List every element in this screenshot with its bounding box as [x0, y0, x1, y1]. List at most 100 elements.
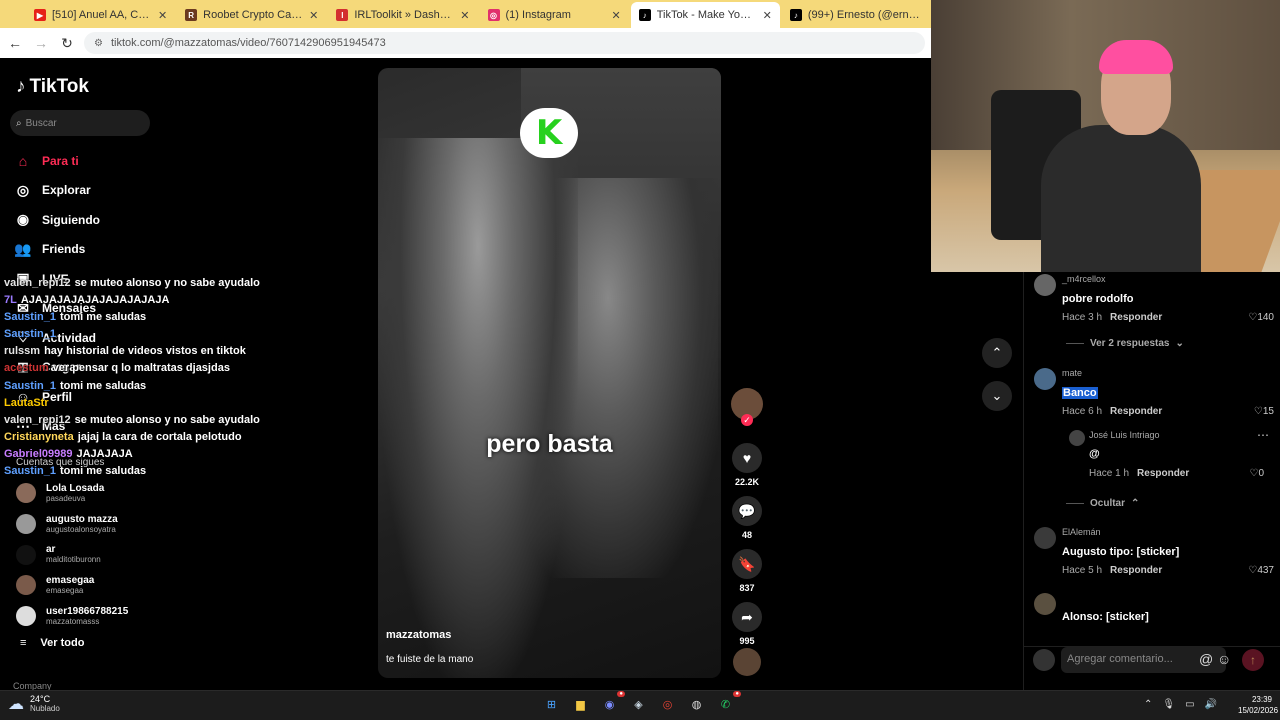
mention-icon[interactable]: @	[1199, 651, 1213, 667]
see-all-link[interactable]: ≡ Ver todo	[20, 637, 84, 649]
tiktok-logo[interactable]: ♪ TikTok	[16, 76, 89, 98]
chat-message: 7L AJAJAJAJAJAJAJAJAJAJA	[4, 294, 170, 307]
browser-tab[interactable]: ▶[510] Anuel AA, Chris Jedi, RO✕	[26, 2, 175, 28]
avatar	[16, 483, 36, 504]
tiktok-icon: ♪	[789, 9, 802, 21]
chevron-up-icon[interactable]: ⌃	[1144, 699, 1152, 710]
weather-widget[interactable]: ☁ 24°C Nublado	[8, 694, 60, 714]
account-item[interactable]: augusto mazza augustoalonsoyatra	[16, 509, 128, 540]
whatsapp-icon[interactable]: ✆ ●	[716, 691, 741, 714]
avatar[interactable]	[1034, 274, 1056, 296]
microphone-icon[interactable]: 🎙	[1162, 699, 1175, 710]
creator-avatar[interactable]: ✓	[731, 388, 763, 426]
search-placeholder: Buscar	[25, 117, 57, 129]
previous-video-button[interactable]: ⌃	[982, 338, 1012, 368]
avatar	[16, 575, 36, 596]
nav-item-siguiendo[interactable]: ◉ Siguiendo	[14, 205, 100, 235]
search-input[interactable]: ⌕ Buscar	[10, 110, 150, 136]
reply-button[interactable]: Responder	[1110, 565, 1162, 576]
close-icon[interactable]: ✕	[611, 9, 620, 22]
comment-like-button[interactable]: ♡15	[1254, 406, 1274, 417]
compass-icon: ◎	[16, 181, 30, 198]
taskbar-clock[interactable]: 23:39 15/02/2026	[1238, 694, 1278, 716]
chat-message: acestum ver pensar q lo maltratas djasjda…	[4, 362, 230, 375]
kick-logo: K	[520, 108, 578, 158]
heart-outline-icon: ♡	[1248, 312, 1258, 323]
taskbar-apps: ⊞ ▆ ◉ ● ◈ ◎ ◍ ✆ ●	[542, 691, 741, 714]
share-icon: ➦	[732, 602, 762, 632]
discord-icon[interactable]: ◉ ●	[600, 691, 625, 714]
like-button[interactable]: ♥ 22.2K	[731, 443, 763, 487]
follow-plus-icon[interactable]: ✓	[741, 414, 753, 426]
chat-message: Saustin_1 tomi me saludas	[4, 379, 147, 392]
file-explorer-icon[interactable]: ▆	[571, 695, 590, 714]
next-video-button[interactable]: ⌄	[982, 381, 1012, 411]
hide-replies-button[interactable]: Ocultar ⌃	[1066, 498, 1139, 509]
video-player[interactable]: K pero basta mazzatomas te fuiste de la …	[378, 68, 721, 678]
browser-tabstrip: ▶[510] Anuel AA, Chris Jedi, RO✕ RRoobet…	[0, 0, 931, 28]
browser-tab[interactable]: IIRLToolkit » Dashboard✕	[328, 2, 477, 28]
share-button[interactable]: ➦ 995	[731, 602, 763, 646]
browser-tab[interactable]: ◎ (1) Instagram ✕	[480, 2, 629, 28]
display-icon[interactable]: ▭	[1185, 699, 1194, 710]
windows-start-icon[interactable]: ⊞	[542, 695, 561, 714]
emoji-icon[interactable]: ☺	[1217, 651, 1231, 667]
back-icon[interactable]: ←	[6, 35, 24, 51]
reply-button[interactable]: Responder	[1137, 468, 1189, 479]
chevron-up-icon: ⌃	[991, 345, 1003, 360]
roobet-icon: R	[185, 9, 198, 21]
comment-button[interactable]: 💬 48	[731, 496, 763, 540]
reply-button[interactable]: Responder	[1110, 406, 1162, 417]
chat-message: valen_repi12 se muteo alonso y no sabe ay…	[4, 277, 260, 289]
forward-icon[interactable]: →	[32, 35, 50, 51]
chrome-icon[interactable]: ◎	[658, 695, 677, 714]
account-item[interactable]: Lola Losada pasadeuva	[16, 478, 128, 509]
add-comment-bar: Agregar comentario... @ ☺ ↑	[1023, 646, 1280, 690]
save-button[interactable]: 🔖 837	[731, 549, 763, 593]
webcam-person-body	[1041, 125, 1201, 272]
url-field[interactable]: ⚙ tiktok.com/@mazzatomas/video/760714290…	[84, 32, 925, 54]
chat-message: Saustin_1 tomi me saludas	[4, 465, 147, 478]
close-icon[interactable]: ✕	[763, 9, 772, 22]
comment-like-button[interactable]: ♡0	[1249, 468, 1264, 479]
speaker-icon[interactable]: 🔊	[1205, 699, 1217, 710]
video-description: te fuiste de la mano	[386, 654, 474, 665]
avatar	[16, 514, 36, 535]
account-item[interactable]: ar malditotiburonn	[16, 539, 128, 570]
obs-icon[interactable]: ◍	[687, 695, 706, 714]
nav-item-explorar[interactable]: ◎ Explorar	[14, 176, 100, 206]
comment-like-button[interactable]: ♡140	[1248, 312, 1274, 323]
heart-outline-icon: ♡	[1253, 406, 1263, 417]
account-item[interactable]: user19866788215 mazzatomasss	[16, 601, 128, 632]
comment-icon: 💬	[732, 496, 762, 526]
more-options-icon[interactable]: ⋯	[1257, 428, 1269, 442]
close-icon[interactable]: ✕	[158, 9, 167, 22]
webcam-overlay	[931, 0, 1280, 272]
avatar[interactable]	[1034, 368, 1056, 390]
nav-item-para-ti[interactable]: ⌂ Para ti	[14, 146, 100, 176]
avatar[interactable]	[1034, 527, 1056, 549]
browser-tab-active[interactable]: ♪TikTok - Make Your Day✕	[630, 2, 780, 28]
browser-tab[interactable]: ♪(99+) Ernesto (@ernestoca	[782, 2, 931, 28]
avatar[interactable]	[1034, 593, 1056, 615]
comment-like-button[interactable]: ♡437	[1248, 565, 1274, 576]
close-icon[interactable]: ✕	[460, 9, 469, 22]
close-icon[interactable]: ✕	[309, 9, 318, 22]
site-info-icon[interactable]: ⚙	[94, 38, 103, 49]
avatar[interactable]	[1069, 430, 1085, 446]
heart-outline-icon: ♡	[1248, 565, 1258, 576]
instagram-icon: ◎	[487, 9, 500, 21]
view-replies-button[interactable]: Ver 2 respuestas ⌄	[1066, 338, 1184, 349]
reply-button[interactable]: Responder	[1110, 312, 1162, 323]
friends-icon: 👥	[14, 240, 32, 257]
video-caption-overlay: pero basta	[486, 430, 613, 458]
music-disc-icon[interactable]	[733, 648, 761, 676]
send-comment-button[interactable]: ↑	[1242, 649, 1264, 671]
reload-icon[interactable]: ↻	[58, 35, 76, 52]
chat-message: rulssm hay historial de videos vistos en …	[4, 345, 246, 358]
video-author[interactable]: mazzatomas	[386, 629, 451, 641]
nav-item-friends[interactable]: 👥 Friends	[14, 235, 100, 265]
steam-icon[interactable]: ◈	[629, 695, 648, 714]
browser-tab[interactable]: RRoobet Crypto Casino | Best Bi✕	[177, 2, 326, 28]
account-item[interactable]: emasegaa emasegaa	[16, 570, 128, 601]
